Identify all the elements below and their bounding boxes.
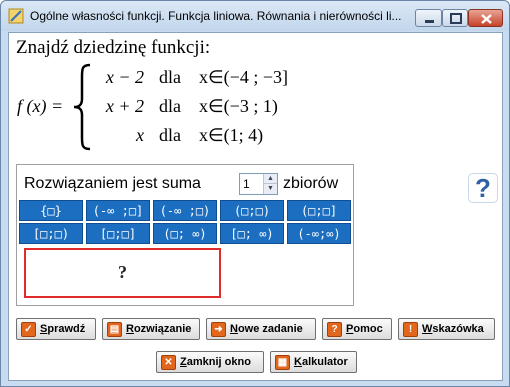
function-name: f (x) = (17, 96, 64, 116)
close-label: Zamknij okno (180, 356, 251, 368)
interval-button[interactable]: (□;□) (220, 200, 284, 221)
sum-label: Rozwiązaniem jest suma (24, 175, 201, 192)
title-bar[interactable]: Ogólne własności funkcji. Funkcja liniow… (1, 1, 509, 31)
calculator-label: Kalkulator (294, 356, 348, 368)
interval-button[interactable]: {□} (19, 200, 83, 221)
minimize-icon (425, 20, 434, 23)
app-icon (8, 8, 24, 24)
piece-domain: x∈(−3 ; 1) (199, 96, 278, 116)
piece-row-3: x dla x∈(1; 4) (89, 125, 299, 147)
interval-button[interactable]: (-∞ ;□) (153, 200, 217, 221)
help-label: Pomoc (346, 323, 383, 335)
arrow-right-icon: ➜ (211, 322, 226, 337)
interval-button[interactable]: [□;□] (86, 223, 150, 244)
piece-domain: x∈(−4 ; −3] (199, 67, 288, 87)
app-window: Ogólne własności funkcji. Funkcja liniow… (0, 0, 510, 387)
piece-row-2: x + 2 dla x∈(−3 ; 1) (89, 96, 299, 118)
interval-button[interactable]: [□; ∞) (220, 223, 284, 244)
close-icon (481, 14, 492, 24)
hint-label: Wskazówka (422, 323, 484, 335)
spinner-down-button[interactable]: ▼ (263, 184, 277, 194)
answer-panel: Rozwiązaniem jest suma 1 ▲ ▼ zbiorów {□}… (16, 164, 354, 306)
spinner-up-button[interactable]: ▲ (263, 174, 277, 184)
minimize-button[interactable] (415, 9, 442, 27)
sum-suffix: zbiorów (283, 175, 339, 192)
task-heading: Znajdź dziedzinę funkcji: (16, 37, 211, 58)
piece-word: dla (159, 67, 181, 87)
piece-word: dla (159, 96, 181, 116)
piece-expression: x − 2 (105, 67, 144, 87)
interval-button[interactable]: [□;□) (19, 223, 83, 244)
piece-domain: x∈(1; 4) (199, 125, 264, 145)
calculator-button[interactable]: ▦ Kalkulator (270, 351, 357, 373)
document-icon: ▤ (107, 322, 122, 337)
set-count-spinner[interactable]: 1 ▲ ▼ (239, 173, 278, 195)
new-task-label: Nowe zadanie (230, 323, 303, 335)
interval-button[interactable]: (-∞;∞) (287, 223, 351, 244)
check-button[interactable]: ✓ Sprawdź (16, 318, 96, 340)
check-label: Sprawdź (40, 323, 86, 335)
spinner-value: 1 (243, 177, 250, 191)
solution-button[interactable]: ▤ Rozwiązanie (102, 318, 200, 340)
question-mark-icon: ? (475, 173, 491, 203)
piece-expression: x (136, 125, 144, 145)
maximize-icon (450, 13, 462, 24)
help-button[interactable]: ? Pomoc (322, 318, 392, 340)
exclamation-icon: ! (403, 322, 418, 337)
window-title: Ogólne własności funkcji. Funkcja liniow… (30, 9, 402, 23)
help-button-large[interactable]: ? (468, 173, 498, 203)
new-task-button[interactable]: ➜ Nowe zadanie (206, 318, 316, 340)
calculator-icon: ▦ (275, 355, 290, 370)
close-window-button[interactable] (468, 9, 503, 27)
answer-box[interactable]: ? (24, 248, 221, 298)
answer-placeholder: ? (118, 262, 127, 282)
maximize-button[interactable] (442, 9, 468, 27)
hint-button[interactable]: ! Wskazówka (398, 318, 495, 340)
piece-word: dla (159, 125, 181, 145)
close-button[interactable]: ✕ Zamknij okno (156, 351, 264, 373)
piece-expression: x + 2 (105, 96, 144, 116)
interval-button[interactable]: (-∞ ;□] (86, 200, 150, 221)
interval-button[interactable]: (□; ∞) (153, 223, 217, 244)
close-icon: ✕ (161, 355, 176, 370)
piece-row-1: x − 2 dla x∈(−4 ; −3] (89, 67, 299, 89)
interval-button[interactable]: (□;□] (287, 200, 351, 221)
question-icon: ? (327, 322, 342, 337)
solution-label: Rozwiązanie (126, 323, 192, 335)
exercise-area: Znajdź dziedzinę funkcji: f (x) = x − 2 … (8, 32, 503, 381)
checkmark-icon: ✓ (21, 322, 36, 337)
